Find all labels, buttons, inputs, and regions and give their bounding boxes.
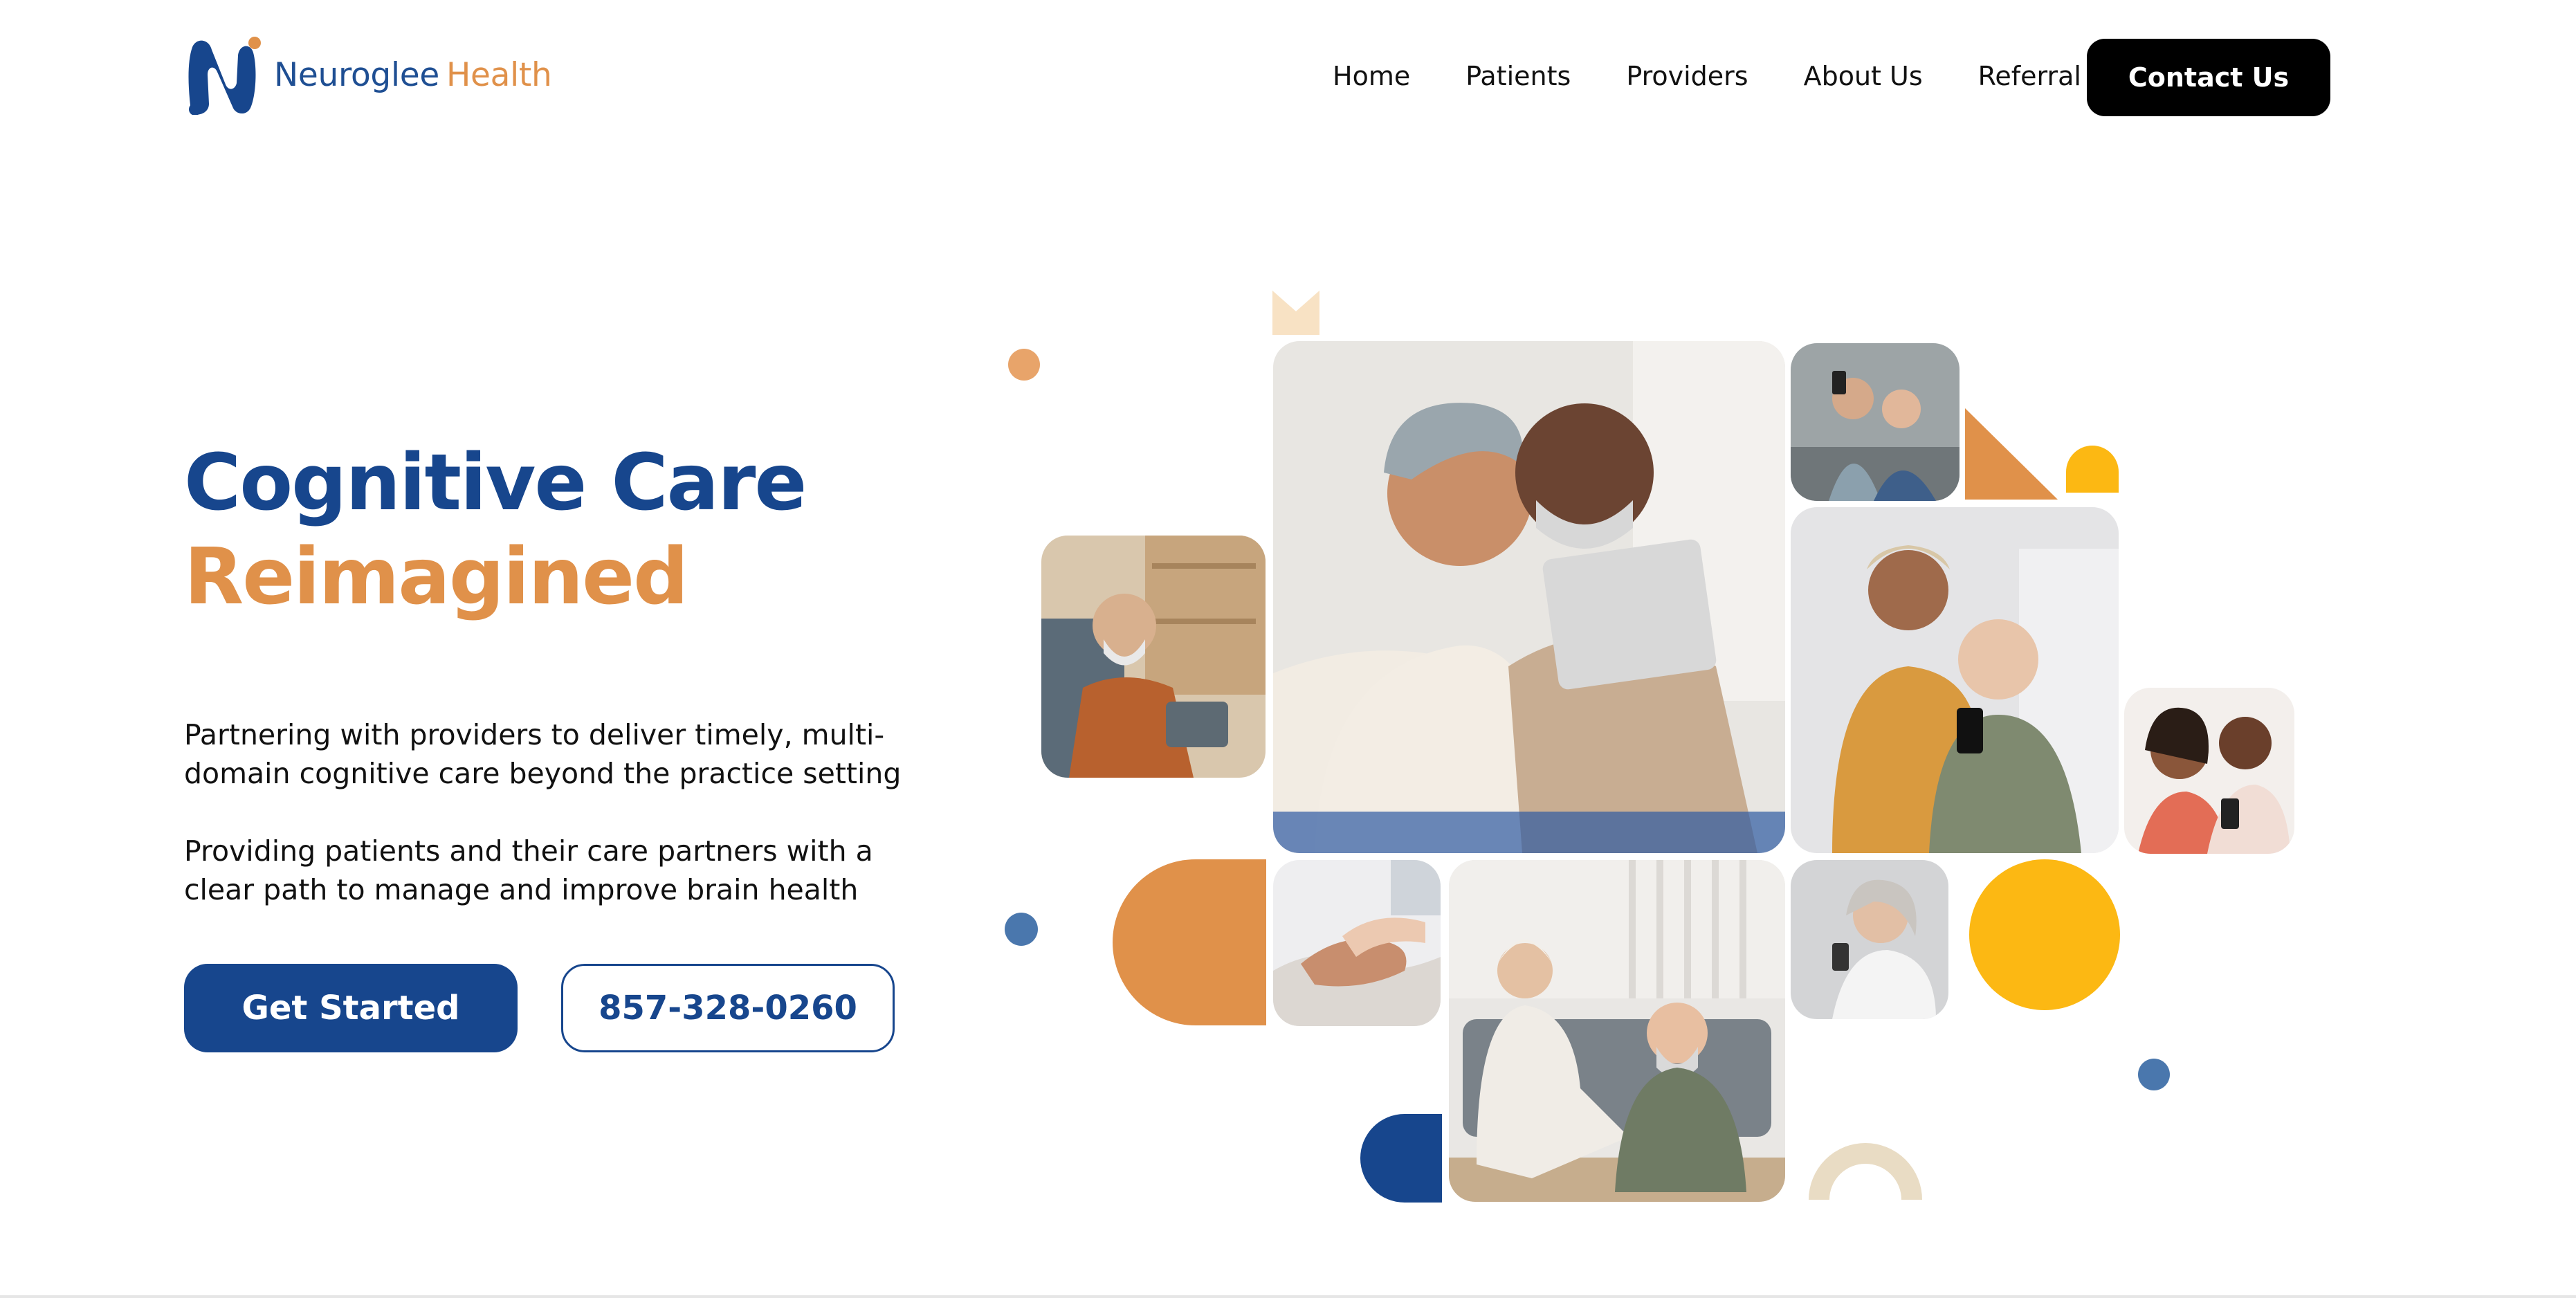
decor-blue-dot-left [1005, 913, 1038, 946]
photo-friends-selfie [1791, 343, 1960, 501]
brand-name-primary: Neuroglee [274, 55, 439, 94]
nav-providers[interactable]: Providers [1626, 61, 1748, 91]
hero-title-line-2: Reimagined [184, 532, 688, 622]
brand-name: Neuroglee Health [274, 55, 552, 94]
nav-patients[interactable]: Patients [1465, 61, 1571, 91]
decor-blue-quarter [1360, 1114, 1442, 1203]
photo-couple-with-tablet [1273, 341, 1785, 853]
hero-title: Cognitive Care Reimagined [184, 436, 807, 624]
photo-caregiver-with-phone [1791, 507, 2119, 853]
phone-button[interactable]: 857-328-0260 [561, 964, 895, 1052]
nav-home[interactable]: Home [1333, 61, 1410, 91]
photo-couple-relaxing [1449, 860, 1785, 1202]
decor-orange-triangle [1965, 408, 2058, 500]
section-divider [0, 1295, 2576, 1298]
hero-description-patients: Providing patients and their care partne… [184, 834, 873, 906]
decor-sand-arc [1809, 1143, 1922, 1200]
contact-us-button[interactable]: Contact Us [2087, 39, 2330, 116]
decor-orange-half-disc [1113, 859, 1266, 1025]
decor-yellow-circle [1969, 859, 2120, 1010]
main-nav: Home Patients Providers About Us Referra… [1333, 61, 2081, 91]
hero-description-providers: Partnering with providers to deliver tim… [184, 718, 902, 790]
photo-women-with-phone [2124, 688, 2294, 854]
nav-referral[interactable]: Referral [1978, 61, 2081, 91]
neuroglee-logo-icon [188, 37, 261, 115]
decor-blue-dot-right [2138, 1059, 2170, 1090]
decor-yellow-half-circle [2066, 446, 2119, 493]
decor-orange-dot [1008, 349, 1040, 381]
brand-logo[interactable]: Neuroglee Health [184, 35, 552, 115]
brand-name-secondary: Health [446, 55, 552, 94]
photo-woman-reading-phone [1791, 860, 1948, 1019]
photo-holding-hands [1273, 860, 1441, 1026]
hero-title-line-1: Cognitive Care [184, 438, 807, 528]
photo-man-with-tablet [1041, 536, 1266, 778]
decor-peach-notch [1272, 291, 1319, 335]
get-started-button[interactable]: Get Started [184, 964, 518, 1052]
nav-about-us[interactable]: About Us [1804, 61, 1923, 91]
